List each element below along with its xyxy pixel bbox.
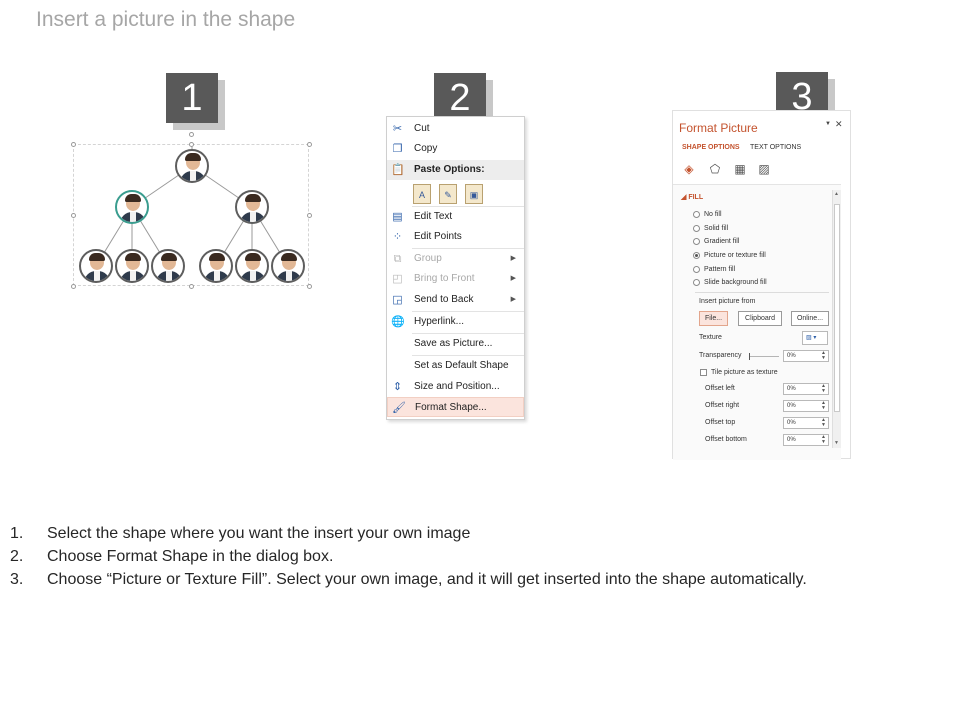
photo-circle[interactable] bbox=[115, 249, 149, 283]
resize-handle[interactable] bbox=[307, 284, 312, 289]
tile-label: Tile picture as texture bbox=[711, 369, 778, 376]
photo-circle-top[interactable] bbox=[175, 149, 209, 183]
spinner-arrows-icon[interactable]: ▲ ▼ bbox=[821, 401, 826, 411]
effects-pentagon-icon[interactable]: ⬠ bbox=[708, 162, 722, 176]
offset-bottom-label: Offset bottom bbox=[705, 436, 747, 443]
menu-item-format-shape[interactable]: 🖌 Format Shape... bbox=[387, 397, 524, 417]
menu-item-edit-points[interactable]: ⁘ Edit Points bbox=[387, 227, 524, 247]
bring-front-icon: ◰ bbox=[392, 273, 403, 285]
transparency-field[interactable]: 0% ▲ ▼ bbox=[783, 350, 829, 362]
send-back-icon: ◲ bbox=[392, 294, 403, 306]
paste-as-picture-icon[interactable]: ▣ bbox=[465, 184, 483, 204]
offset-bottom-field[interactable]: 0% ▲ ▼ bbox=[783, 434, 829, 446]
scrollbar[interactable]: ▲ ▼ bbox=[832, 190, 841, 448]
offset-left-field[interactable]: 0% ▲ ▼ bbox=[783, 383, 829, 395]
menu-item-size-and-position[interactable]: ⇕ Size and Position... bbox=[387, 377, 524, 397]
photo-circle[interactable] bbox=[79, 249, 113, 283]
edit-points-icon: ⁘ bbox=[392, 231, 403, 243]
size-position-icon: ⇕ bbox=[392, 381, 403, 393]
spinner-arrows-icon[interactable]: ▲ ▼ bbox=[821, 351, 826, 361]
spinner-arrows-icon[interactable]: ▲ ▼ bbox=[821, 384, 826, 394]
transparency-slider[interactable] bbox=[749, 353, 779, 360]
scrollbar-thumb[interactable] bbox=[834, 204, 840, 412]
menu-item-bring-to-front: ◰ Bring to Front ▶ bbox=[387, 269, 524, 289]
scissors-icon: ✂ bbox=[392, 123, 403, 135]
slider-knob[interactable] bbox=[749, 353, 750, 360]
texture-picker[interactable]: ▨ ▾ bbox=[802, 331, 828, 345]
menu-item-cut[interactable]: ✂ Cut bbox=[387, 119, 524, 139]
size-properties-icon[interactable]: ▦ bbox=[733, 162, 747, 176]
section-divider bbox=[695, 292, 829, 293]
resize-handle[interactable] bbox=[189, 284, 194, 289]
hyperlink-icon: 🌐 bbox=[391, 316, 405, 328]
group-icon: ⧉ bbox=[393, 253, 402, 265]
section-fill-header[interactable]: ◢ FILL bbox=[681, 193, 703, 201]
resize-handle[interactable] bbox=[189, 142, 194, 147]
photo-circle-selected[interactable] bbox=[115, 190, 149, 224]
paste-options-group: A ✎ ▣ bbox=[413, 183, 493, 205]
edit-text-icon: ▤ bbox=[392, 211, 403, 223]
offset-top-field[interactable]: 0% ▲ ▼ bbox=[783, 417, 829, 429]
offset-left-label: Offset left bbox=[705, 385, 735, 392]
close-icon[interactable]: ✕ bbox=[835, 119, 843, 130]
submenu-arrow-icon: ▶ bbox=[510, 255, 516, 262]
step-badge-1: 1 bbox=[166, 73, 218, 123]
submenu-arrow-icon: ▶ bbox=[510, 296, 516, 303]
menu-item-set-default-shape[interactable]: Set as Default Shape bbox=[387, 356, 524, 376]
offset-top-label: Offset top bbox=[705, 419, 736, 426]
insert-from-label: Insert picture from bbox=[699, 298, 756, 305]
scroll-up-icon[interactable]: ▲ bbox=[834, 191, 839, 197]
menu-item-copy[interactable]: ❐ Copy bbox=[387, 139, 524, 159]
tab-text-options[interactable]: TEXT OPTIONS bbox=[750, 144, 801, 151]
resize-handle[interactable] bbox=[307, 142, 312, 147]
copy-icon: ❐ bbox=[392, 143, 403, 155]
format-shape-icon: 🖌 bbox=[392, 402, 406, 414]
resize-handle[interactable] bbox=[71, 213, 76, 218]
online-button[interactable]: Online... bbox=[791, 311, 829, 326]
menu-item-hyperlink[interactable]: 🌐 Hyperlink... bbox=[387, 312, 524, 332]
menu-item-save-as-picture[interactable]: Save as Picture... bbox=[387, 334, 524, 354]
offset-right-label: Offset right bbox=[705, 402, 740, 409]
pane-title: Format Picture bbox=[679, 121, 758, 135]
scroll-down-icon[interactable]: ▼ bbox=[834, 440, 839, 446]
resize-handle[interactable] bbox=[71, 284, 76, 289]
format-picture-pane: Format Picture ▼ ✕ SHAPE OPTIONS TEXT OP… bbox=[672, 110, 851, 460]
tab-shape-options[interactable]: SHAPE OPTIONS bbox=[682, 144, 740, 151]
menu-item-group: ⧉ Group ▶ bbox=[387, 249, 524, 269]
resize-handle[interactable] bbox=[71, 142, 76, 147]
texture-swatch-icon: ▨ ▾ bbox=[806, 335, 817, 341]
photo-circle[interactable] bbox=[271, 249, 305, 283]
photo-circle[interactable] bbox=[235, 249, 269, 283]
offset-right-field[interactable]: 0% ▲ ▼ bbox=[783, 400, 829, 412]
photo-circle[interactable] bbox=[235, 190, 269, 224]
fill-line-icon[interactable]: ◈ bbox=[682, 162, 696, 176]
org-chart-shape[interactable] bbox=[71, 132, 312, 289]
menu-item-edit-text[interactable]: ▤ Edit Text bbox=[387, 207, 524, 227]
texture-label: Texture bbox=[699, 334, 722, 341]
rotate-handle[interactable] bbox=[189, 132, 194, 137]
pane-options-dropdown-icon[interactable]: ▼ bbox=[825, 121, 831, 127]
paste-icon: 📋 bbox=[391, 164, 405, 176]
photo-circle[interactable] bbox=[151, 249, 185, 283]
tile-checkbox[interactable] bbox=[700, 369, 707, 376]
photo-circle[interactable] bbox=[199, 249, 233, 283]
spinner-arrows-icon[interactable]: ▲ ▼ bbox=[821, 435, 826, 445]
menu-item-send-to-back[interactable]: ◲ Send to Back ▶ bbox=[387, 290, 524, 310]
transparency-label: Transparency bbox=[699, 352, 742, 359]
resize-handle[interactable] bbox=[307, 213, 312, 218]
file-button[interactable]: File... bbox=[699, 311, 728, 326]
menu-header-paste-options: 📋 Paste Options: bbox=[387, 160, 524, 180]
submenu-arrow-icon: ▶ bbox=[510, 275, 516, 282]
picture-icon[interactable]: ▨ bbox=[757, 162, 771, 176]
slide-title: Insert a picture in the shape bbox=[36, 8, 296, 31]
context-menu: ✂ Cut ❐ Copy 📋 Paste Options: A ✎ ▣ ▤ Edit T… bbox=[386, 116, 525, 420]
clipboard-button[interactable]: Clipboard bbox=[738, 311, 782, 326]
paste-keep-source-formatting-icon[interactable]: ✎ bbox=[439, 184, 457, 204]
paste-use-destination-theme-icon[interactable]: A bbox=[413, 184, 431, 204]
spinner-arrows-icon[interactable]: ▲ ▼ bbox=[821, 418, 826, 428]
